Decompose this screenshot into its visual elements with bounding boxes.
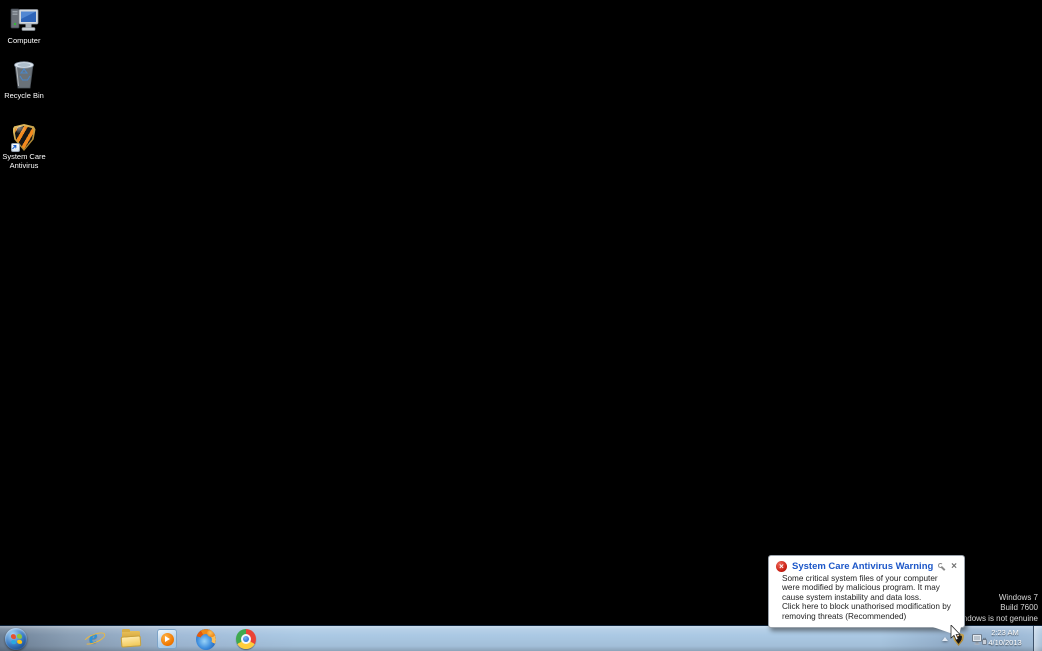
- taskbar-button-chrome[interactable]: [236, 629, 256, 649]
- desktop-icon-recycle-bin[interactable]: Recycle Bin: [0, 60, 48, 101]
- desktop-icon-label: System Care Antivirus: [0, 153, 48, 170]
- clock-time: 2:23 AM: [980, 628, 1030, 638]
- internet-explorer-icon: e: [85, 629, 105, 649]
- windows-flag-icon: [10, 634, 21, 644]
- desktop-icon-computer[interactable]: Computer: [0, 5, 48, 46]
- desktop-icon-system-care-antivirus[interactable]: ➔ System Care Antivirus: [0, 121, 48, 170]
- start-button[interactable]: [5, 628, 27, 650]
- watermark-line: ndows is not genuine: [963, 614, 1038, 625]
- recycle-bin-icon: [0, 60, 48, 90]
- watermark-line: Build 7600: [963, 603, 1038, 614]
- taskbar-button-windows-explorer[interactable]: [121, 629, 141, 649]
- folder-icon: [121, 631, 141, 647]
- arrow-cursor: [950, 625, 962, 647]
- windows-watermark: Windows 7 Build 7600 ndows is not genuin…: [963, 593, 1038, 625]
- desktop: Computer Recycle Bin ➔ System Care Antiv…: [0, 0, 1042, 651]
- tray-clock[interactable]: 2:23 AM 4/10/2013: [980, 628, 1030, 648]
- notification-text: Some critical system files of your compu…: [782, 574, 956, 602]
- firefox-icon: [196, 629, 216, 650]
- media-player-icon: [157, 629, 177, 649]
- watermark-line: Windows 7: [963, 593, 1038, 604]
- notification-link-text[interactable]: Click here to block unathorised modifica…: [782, 602, 956, 621]
- desktop-icon-label: Computer: [0, 37, 48, 46]
- taskbar-button-media-player[interactable]: [157, 629, 177, 649]
- antivirus-shield-icon: ➔: [0, 121, 48, 151]
- taskbar: e: [0, 625, 1042, 651]
- chevron-up-icon[interactable]: [942, 637, 948, 641]
- show-desktop-button[interactable]: [1033, 626, 1042, 651]
- desktop-icon-label: Recycle Bin: [0, 92, 48, 101]
- wrench-icon[interactable]: [937, 562, 946, 571]
- notification-body[interactable]: Some critical system files of your compu…: [769, 573, 964, 627]
- error-icon: ×: [776, 561, 787, 572]
- notification-balloon[interactable]: × System Care Antivirus Warning × Some c…: [768, 555, 965, 628]
- taskbar-button-firefox[interactable]: [196, 629, 216, 649]
- notification-title: System Care Antivirus Warning: [792, 561, 937, 572]
- taskbar-button-internet-explorer[interactable]: e: [85, 629, 105, 649]
- close-icon[interactable]: ×: [951, 562, 957, 571]
- clock-date: 4/10/2013: [980, 638, 1030, 648]
- chrome-icon: [236, 629, 256, 649]
- shortcut-arrow-icon: ➔: [11, 143, 20, 152]
- computer-icon: [0, 5, 48, 35]
